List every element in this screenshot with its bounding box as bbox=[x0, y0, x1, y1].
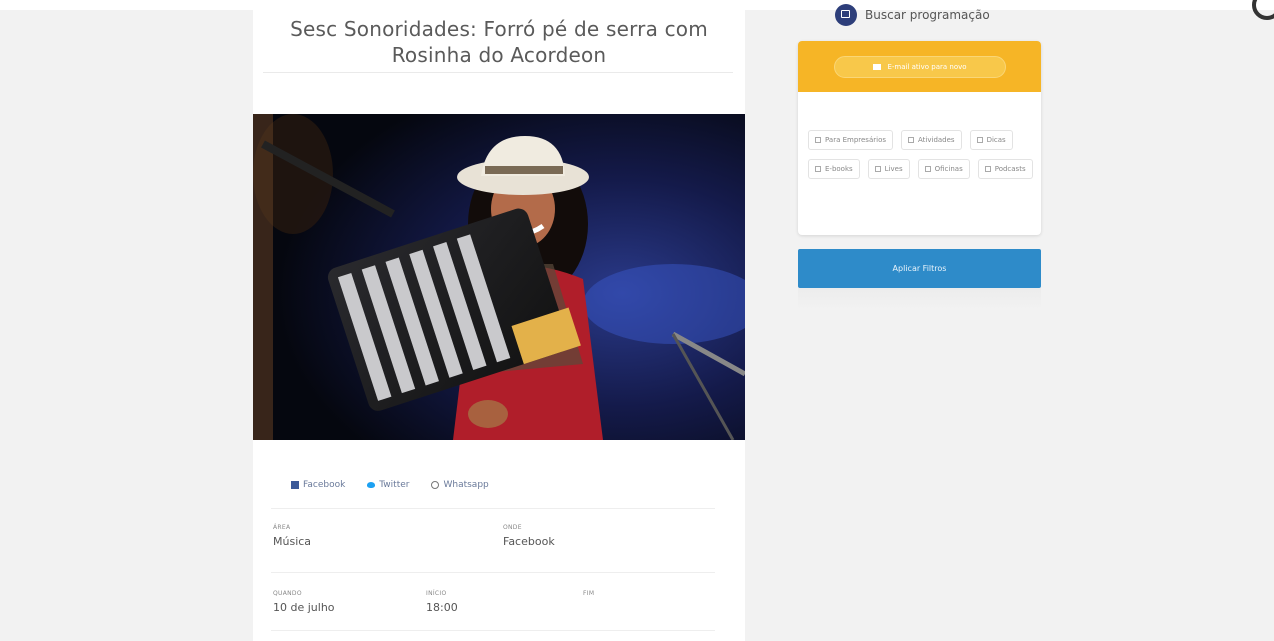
checkbox-icon bbox=[924, 166, 931, 172]
checkbox-icon bbox=[874, 166, 881, 172]
filter-chip[interactable]: Oficinas bbox=[917, 159, 970, 179]
search-label: Buscar programação bbox=[865, 8, 990, 22]
checkbox-icon bbox=[815, 137, 821, 143]
filter-chip-label: Para Empresários bbox=[825, 136, 886, 144]
onde-value: Facebook bbox=[503, 535, 555, 548]
share-facebook-link[interactable]: Facebook bbox=[291, 480, 345, 490]
email-pill-button[interactable]: E-mail ativo para novo bbox=[834, 56, 1006, 78]
mail-icon bbox=[873, 64, 882, 70]
search-programacao[interactable]: Buscar programação bbox=[835, 4, 990, 26]
divider bbox=[271, 630, 715, 631]
checkbox-icon bbox=[984, 166, 991, 172]
sidebar-footer bbox=[798, 288, 1041, 310]
filter-header: E-mail ativo para novo bbox=[798, 41, 1041, 92]
filter-chip-label: Podcasts bbox=[994, 165, 1026, 173]
filter-chips: Para Empresários Atividades Dicas E-book… bbox=[808, 130, 1034, 179]
calendar-icon bbox=[835, 4, 857, 26]
share-twitter-label: Twitter bbox=[379, 480, 410, 490]
divider bbox=[263, 72, 733, 73]
share-twitter-link[interactable]: Twitter bbox=[367, 480, 409, 490]
apply-filters-button[interactable]: Aplicar Filtros bbox=[798, 249, 1041, 288]
filter-chip[interactable]: E-books bbox=[808, 159, 860, 179]
facebook-icon bbox=[291, 481, 299, 489]
checkbox-icon bbox=[908, 137, 914, 143]
event-photo bbox=[253, 114, 745, 440]
filter-chip[interactable]: Atividades bbox=[901, 130, 962, 150]
onde-label: ONDE bbox=[503, 524, 522, 531]
share-whatsapp-label: Whatsapp bbox=[443, 480, 489, 490]
area-label: ÁREA bbox=[273, 524, 291, 531]
inicio-value: 18:00 bbox=[426, 601, 458, 614]
divider bbox=[271, 508, 715, 509]
performer-illustration bbox=[253, 114, 745, 440]
divider bbox=[271, 572, 715, 573]
twitter-icon bbox=[367, 482, 376, 488]
corner-icon bbox=[1252, 0, 1274, 20]
filter-chip[interactable]: Dicas bbox=[969, 130, 1013, 150]
share-bar: Facebook Twitter Whatsapp bbox=[291, 480, 489, 490]
filter-chip[interactable]: Para Empresários bbox=[808, 130, 893, 150]
email-pill-label: E-mail ativo para novo bbox=[887, 63, 967, 71]
article-card: Sesc Sonoridades: Forró pé de serra com … bbox=[253, 0, 745, 641]
area-value: Música bbox=[273, 535, 312, 548]
filter-chip-label: Oficinas bbox=[934, 165, 963, 173]
quando-label: QUANDO bbox=[273, 590, 302, 597]
fim-label: FIM bbox=[583, 590, 595, 597]
filter-chip[interactable]: Podcasts bbox=[977, 159, 1033, 179]
article-title: Sesc Sonoridades: Forró pé de serra com … bbox=[290, 17, 708, 67]
share-facebook-label: Facebook bbox=[303, 480, 346, 490]
filter-chip-label: Lives bbox=[884, 165, 903, 173]
quando-value: 10 de julho bbox=[273, 601, 335, 614]
filter-chip-label: Dicas bbox=[986, 136, 1006, 144]
inicio-label: INÍCIO bbox=[426, 590, 447, 597]
checkbox-icon bbox=[815, 166, 821, 172]
whatsapp-icon bbox=[431, 481, 440, 489]
filter-chip-label: E-books bbox=[825, 165, 853, 173]
filter-chip-label: Atividades bbox=[918, 136, 955, 144]
share-whatsapp-link[interactable]: Whatsapp bbox=[431, 480, 489, 490]
checkbox-icon bbox=[976, 137, 983, 143]
filter-chip[interactable]: Lives bbox=[867, 159, 910, 179]
